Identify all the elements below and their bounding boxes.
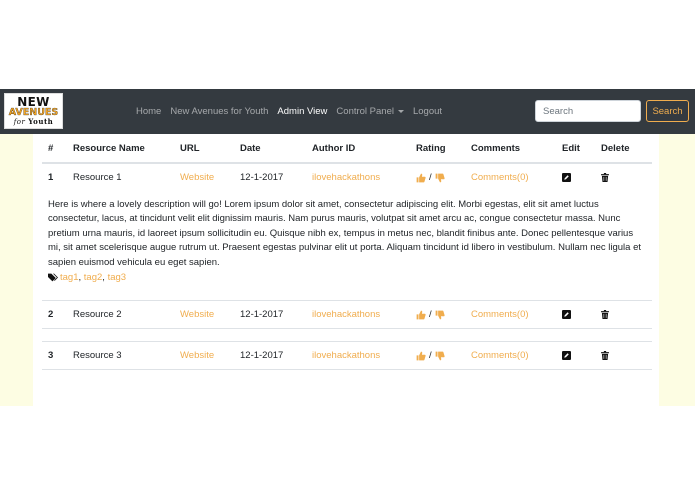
row-num: 1 xyxy=(48,172,54,183)
brand-line3: for Youth xyxy=(5,118,62,126)
resources-table: # Resource Name URL Date Author ID Ratin… xyxy=(33,134,659,406)
delete-button[interactable] xyxy=(601,342,609,369)
tag-separator: , xyxy=(78,272,82,283)
row-resource-name: Resource 1 xyxy=(73,172,122,183)
nav-new-avenues[interactable]: New Avenues for Youth xyxy=(170,106,268,117)
row-url-link[interactable]: Website xyxy=(180,301,214,328)
nav-home[interactable]: Home xyxy=(136,106,161,117)
header-delete: Delete xyxy=(601,142,630,154)
tag-link[interactable]: tag2 xyxy=(84,272,103,283)
table-row: 3 Resource 3 Website 12-1-2017 ilovehack… xyxy=(42,341,652,369)
thumbs-up-icon[interactable] xyxy=(416,173,426,183)
trash-icon xyxy=(601,310,609,319)
header-url: URL xyxy=(180,142,200,154)
row-rating: / xyxy=(416,164,445,191)
header-author-id: Author ID xyxy=(312,142,356,154)
search-input[interactable] xyxy=(535,100,641,122)
navbar: NEW AVENUES for Youth Home New Avenues f… xyxy=(0,89,695,134)
row-author-link[interactable]: ilovehackathons xyxy=(312,164,380,191)
thumbs-up-icon[interactable] xyxy=(416,351,426,361)
row-comments-link[interactable]: Comments(0) xyxy=(471,342,529,369)
tag-separator: , xyxy=(102,272,105,283)
row-rating: / xyxy=(416,301,445,328)
delete-button[interactable] xyxy=(601,301,609,328)
row-num: 2 xyxy=(48,309,54,320)
table-row: 1 Resource 1 Website 12-1-2017 ilovehack… xyxy=(42,163,652,191)
row-divider xyxy=(42,328,652,329)
tag-link[interactable]: tag3 xyxy=(108,272,127,283)
header-edit: Edit xyxy=(562,142,580,154)
rating-separator: / xyxy=(429,172,432,183)
nav-logout[interactable]: Logout xyxy=(413,106,442,117)
resource-tags: tag1, tag2, tag3 xyxy=(48,272,126,283)
delete-button[interactable] xyxy=(601,164,609,191)
tag-link[interactable]: tag1 xyxy=(60,272,79,283)
trash-icon xyxy=(601,173,609,182)
rating-separator: / xyxy=(429,309,432,320)
thumbs-down-icon[interactable] xyxy=(435,351,445,361)
row-url-link[interactable]: Website xyxy=(180,164,214,191)
row-date: 12-1-2017 xyxy=(240,350,284,361)
left-side-panel xyxy=(0,134,33,406)
table-row: 2 Resource 2 Website 12-1-2017 ilovehack… xyxy=(42,300,652,328)
header-comments: Comments xyxy=(471,142,521,154)
row-resource-name: Resource 2 xyxy=(73,309,122,320)
header-resource-name: Resource Name xyxy=(73,142,145,154)
table-header: # Resource Name URL Date Author ID Ratin… xyxy=(42,134,652,163)
edit-icon xyxy=(562,351,571,360)
tags-icon xyxy=(48,273,58,282)
thumbs-down-icon[interactable] xyxy=(435,173,445,183)
nav-control-panel-dropdown[interactable]: Control Panel xyxy=(336,106,404,117)
brand-line3-prefix: for xyxy=(13,117,26,126)
trash-icon xyxy=(601,351,609,360)
thumbs-down-icon[interactable] xyxy=(435,310,445,320)
row-resource-name: Resource 3 xyxy=(73,350,122,361)
row-date: 12-1-2017 xyxy=(240,172,284,183)
header-rating: Rating xyxy=(416,142,446,154)
row-num: 3 xyxy=(48,350,54,361)
right-side-panel xyxy=(659,134,695,406)
row-comments-link[interactable]: Comments(0) xyxy=(471,164,529,191)
row-author-link[interactable]: ilovehackathons xyxy=(312,342,380,369)
row-comments-link[interactable]: Comments(0) xyxy=(471,301,529,328)
row-date: 12-1-2017 xyxy=(240,309,284,320)
search-button[interactable]: Search xyxy=(646,100,689,122)
brand-line3-text: Youth xyxy=(28,116,54,126)
row-author-link[interactable]: ilovehackathons xyxy=(312,301,380,328)
header-date: Date xyxy=(240,142,261,154)
row-rating: / xyxy=(416,342,445,369)
edit-button[interactable] xyxy=(562,164,571,191)
nav-admin-view[interactable]: Admin View xyxy=(277,106,327,117)
nav-control-panel-label: Control Panel xyxy=(336,106,394,117)
edit-button[interactable] xyxy=(562,342,571,369)
row-url-link[interactable]: Website xyxy=(180,342,214,369)
thumbs-up-icon[interactable] xyxy=(416,310,426,320)
edit-icon xyxy=(562,310,571,319)
nav-links: Home New Avenues for Youth Admin View Co… xyxy=(136,89,451,134)
edit-button[interactable] xyxy=(562,301,571,328)
edit-icon xyxy=(562,173,571,182)
caret-down-icon xyxy=(397,109,404,113)
resource-description: Here is where a lovely description will … xyxy=(48,199,641,268)
rating-separator: / xyxy=(429,350,432,361)
row-divider xyxy=(42,369,652,370)
brand-logo[interactable]: NEW AVENUES for Youth xyxy=(4,93,63,129)
header-num: # xyxy=(48,142,54,154)
